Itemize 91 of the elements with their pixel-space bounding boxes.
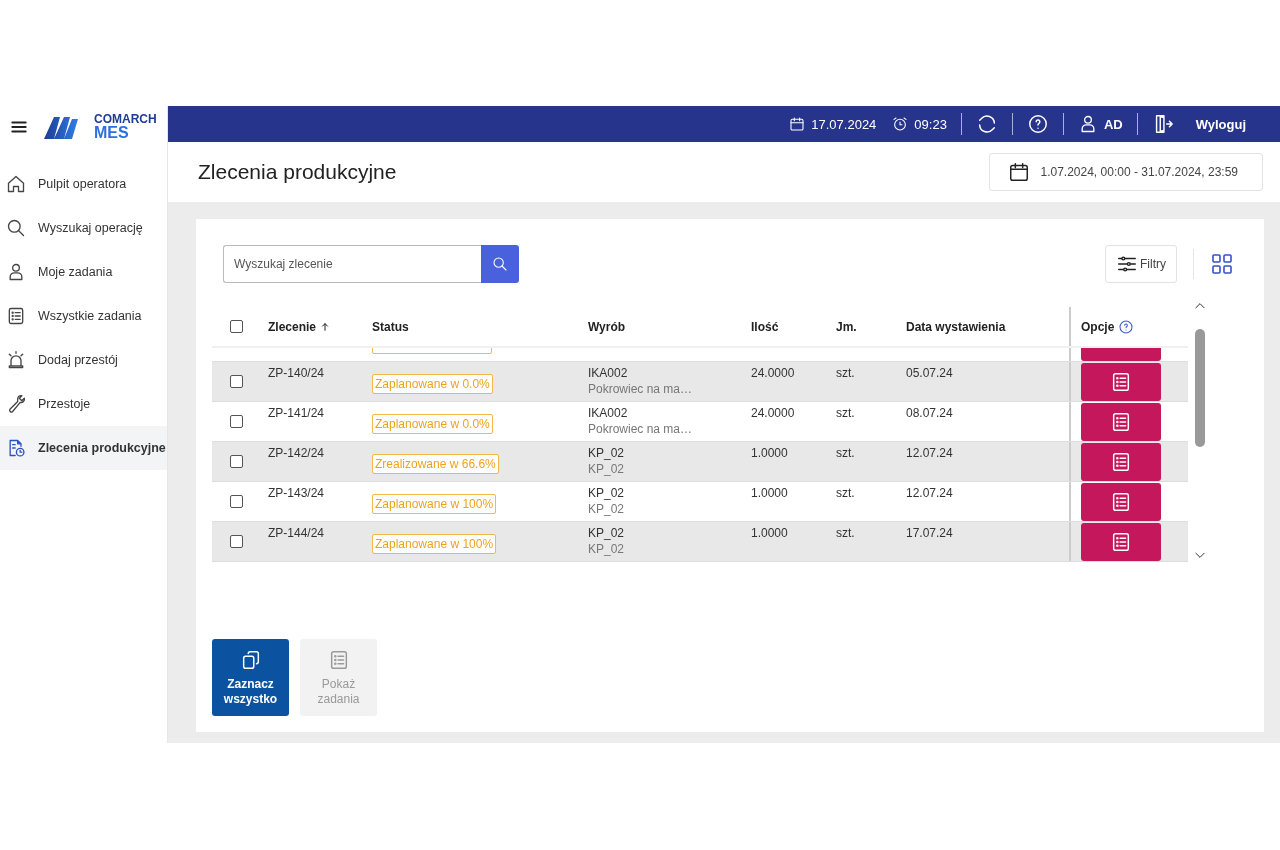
home-icon bbox=[6, 174, 26, 194]
issue-date: 12.07.24 bbox=[906, 446, 954, 460]
issue-date: 05.07.24 bbox=[906, 366, 954, 380]
search-icon bbox=[492, 256, 508, 272]
alarm-icon bbox=[6, 350, 26, 370]
order-number: ZP-140/24 bbox=[268, 366, 326, 380]
calendar-icon bbox=[789, 116, 806, 132]
column-header[interactable]: Zlecenie bbox=[268, 319, 317, 334]
column-header[interactable]: Status bbox=[372, 319, 409, 334]
unit: szt. bbox=[836, 486, 856, 500]
order-number: ZP-141/24 bbox=[268, 406, 326, 420]
scrollbar-thumb[interactable] bbox=[1195, 329, 1205, 447]
product-name: KP_02 bbox=[588, 502, 626, 516]
product-name: MES bbox=[94, 125, 130, 141]
row-checkbox[interactable] bbox=[230, 455, 243, 468]
product-name: KP_02 bbox=[588, 462, 626, 476]
row-checkbox[interactable] bbox=[230, 375, 243, 388]
current-date: 17.07.2024 bbox=[811, 116, 877, 132]
column-header: Opcje bbox=[1081, 319, 1115, 334]
order-number: ZP-143/24 bbox=[268, 486, 326, 500]
issue-date: 17.07.24 bbox=[906, 526, 954, 540]
list-icon bbox=[1110, 410, 1132, 433]
page-title: Zlecenia produkcyjne bbox=[198, 160, 397, 184]
quantity: 24.0000 bbox=[751, 406, 796, 420]
sidebar-item[interactable]: Moje zadania bbox=[0, 250, 167, 294]
column-header[interactable]: Ilość bbox=[751, 319, 779, 334]
status-badge: Zrealizowane w 66.6% bbox=[372, 454, 499, 474]
product-name: Pokrowiec na ma… bbox=[588, 422, 694, 436]
product-code: IKA002 bbox=[588, 406, 629, 420]
sidebar-item[interactable]: Przestoje bbox=[0, 382, 167, 426]
product-name: Pokrowiec na ma… bbox=[588, 382, 694, 396]
product-code: KP_02 bbox=[588, 526, 626, 540]
user-initials[interactable]: AD bbox=[1103, 116, 1123, 132]
list-icon bbox=[1110, 450, 1132, 473]
search-icon bbox=[6, 218, 26, 238]
quantity: 1.0000 bbox=[751, 526, 789, 540]
filters-button[interactable]: Filtry bbox=[1105, 245, 1177, 283]
status-badge: Zaplanowane w 100% bbox=[372, 494, 497, 514]
brand-name: COMARCH bbox=[94, 113, 157, 125]
sidebar-item[interactable]: Wyszukaj operację bbox=[0, 206, 167, 250]
list-icon bbox=[1110, 370, 1132, 393]
list-icon bbox=[1110, 530, 1132, 553]
action-button[interactable]: Zaznacz wszystko bbox=[212, 639, 289, 716]
calendar-icon bbox=[1008, 161, 1031, 183]
options-button[interactable] bbox=[1081, 522, 1161, 561]
unit: szt. bbox=[836, 446, 856, 460]
options-button[interactable] bbox=[1081, 402, 1161, 441]
row-checkbox[interactable] bbox=[230, 535, 243, 548]
product-code: KP_02 bbox=[588, 446, 626, 460]
search-button[interactable] bbox=[481, 245, 519, 283]
row-checkbox[interactable] bbox=[230, 415, 243, 428]
alarm-clock-icon bbox=[892, 116, 909, 132]
product-code: IKA002 bbox=[588, 366, 629, 380]
list-icon bbox=[6, 306, 26, 326]
list-icon bbox=[1110, 490, 1132, 513]
order-number: ZP-144/24 bbox=[268, 526, 326, 540]
column-header[interactable]: Jm. bbox=[836, 319, 857, 334]
sidebar-item[interactable]: Zlecenia produkcyjne bbox=[0, 426, 167, 470]
select-all-checkbox[interactable] bbox=[230, 320, 243, 333]
column-header[interactable]: Data wystawienia bbox=[906, 319, 1006, 334]
grid-view-icon[interactable] bbox=[1210, 252, 1234, 276]
row-checkbox[interactable] bbox=[230, 495, 243, 508]
options-button[interactable] bbox=[1081, 482, 1161, 521]
help-icon[interactable] bbox=[1026, 113, 1049, 135]
quantity: 1.0000 bbox=[751, 486, 789, 500]
status-badge: Zaplanowane w 0.0% bbox=[372, 374, 493, 394]
status-badge: Zaplanowane w 0.0% bbox=[372, 414, 493, 434]
unit: szt. bbox=[836, 366, 856, 380]
options-button[interactable] bbox=[1081, 362, 1161, 401]
sidebar-item[interactable]: Wszystkie zadania bbox=[0, 294, 167, 338]
date-range-button[interactable]: 1.07.2024, 00:00 - 31.07.2024, 23:59 bbox=[989, 153, 1263, 191]
wrench-icon bbox=[6, 394, 26, 414]
help-icon bbox=[1118, 318, 1135, 335]
unit: szt. bbox=[836, 526, 856, 540]
status-badge: Zaplanowane w 100% bbox=[372, 534, 497, 554]
unit: szt. bbox=[836, 406, 856, 420]
column-header[interactable]: Wyrób bbox=[588, 319, 626, 334]
issue-date: 12.07.24 bbox=[906, 486, 954, 500]
logout-link[interactable]: Wyloguj bbox=[1195, 116, 1246, 132]
quantity: 24.0000 bbox=[751, 366, 796, 380]
order-number: ZP-142/24 bbox=[268, 446, 326, 460]
sidebar-item[interactable]: Pulpit operatora bbox=[0, 162, 167, 206]
quantity: 1.0000 bbox=[751, 446, 789, 460]
current-time: 09:23 bbox=[914, 116, 947, 132]
sort-arrow-icon bbox=[320, 321, 331, 332]
product-code: KP_02 bbox=[588, 486, 626, 500]
search-field[interactable]: Wyszukaj zlecenie bbox=[223, 245, 481, 283]
options-button[interactable] bbox=[1081, 442, 1161, 481]
sidebar-item[interactable]: Dodaj przestój bbox=[0, 338, 167, 382]
product-name: KP_02 bbox=[588, 542, 626, 556]
issue-date: 08.07.24 bbox=[906, 406, 954, 420]
